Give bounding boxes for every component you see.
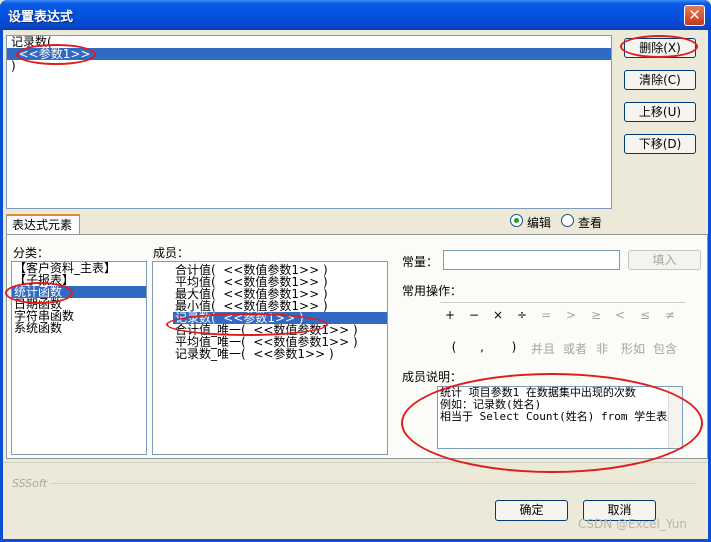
description-scrollbar[interactable] — [668, 387, 682, 448]
op-or[interactable]: 或者 — [562, 340, 588, 357]
expression-line[interactable]: ) — [7, 60, 611, 72]
expression-elements-panel: 分类： 【客户资料_主表】 【子报表】 统计函数 日期函数 字符串函数 系统函数… — [6, 234, 708, 459]
desc-line: 相当于 Select Count(姓名) from 学生表 — [440, 410, 668, 423]
op-greater-equal[interactable]: ≥ — [590, 308, 602, 322]
radio-dot-icon — [514, 218, 519, 223]
expression-line-selected[interactable]: <<参数1>> — [7, 48, 611, 60]
op-rparen[interactable]: ) — [508, 340, 520, 354]
panel-bottom-divider — [3, 462, 708, 463]
tab-expression-elements[interactable]: 表达式元素 — [6, 214, 80, 235]
edit-radio-label[interactable]: 编辑 — [527, 214, 551, 231]
dialog-window: 设置表达式 ✕ 记录数( <<参数1>> ) 删除(X) 清除(C) 上移(U)… — [0, 0, 711, 542]
operators-divider — [440, 302, 685, 303]
op-minus[interactable]: − — [468, 308, 480, 322]
edit-radio[interactable] — [510, 214, 523, 227]
category-item[interactable]: 系统函数 — [12, 322, 146, 334]
op-greater[interactable]: > — [565, 308, 577, 322]
window-title: 设置表达式 — [8, 10, 74, 25]
expression-line[interactable]: 记录数( — [7, 36, 611, 48]
op-multiply[interactable]: × — [492, 308, 504, 322]
ok-button[interactable]: 确定 — [495, 500, 568, 521]
op-plus[interactable]: + — [444, 308, 456, 322]
member-desc-label: 成员说明： — [402, 370, 463, 384]
constant-label: 常量： — [402, 255, 439, 269]
op-equal[interactable]: = — [540, 308, 552, 322]
op-comma[interactable]: , — [476, 340, 488, 354]
expression-editor[interactable]: 记录数( <<参数1>> ) — [6, 35, 612, 209]
constant-input[interactable] — [443, 250, 620, 270]
op-divide[interactable]: ÷ — [516, 308, 528, 322]
op-lparen[interactable]: ( — [448, 340, 460, 354]
op-less-equal[interactable]: ≤ — [639, 308, 651, 322]
op-contains[interactable]: 包含 — [652, 340, 678, 357]
member-description: 统计 项目参数1 在数据集中出现的次数 例如：记录数(姓名) 相当于 Selec… — [437, 386, 683, 449]
operators-group: + − × ÷ = > ≥ < ≤ ≠ ( , ) 并且 或者 非 形如 包含 — [440, 300, 685, 362]
footer-divider — [51, 483, 696, 484]
view-radio-label[interactable]: 查看 — [578, 214, 602, 231]
watermark-text: CSDN @Excel_Yun — [578, 517, 687, 531]
dialog-client: 记录数( <<参数1>> ) 删除(X) 清除(C) 上移(U) 下移(D) 表… — [3, 30, 708, 539]
category-label: 分类： — [13, 246, 50, 260]
op-like[interactable]: 形如 — [620, 340, 646, 357]
brand-label: SSSoft — [12, 477, 48, 490]
fill-button[interactable]: 填入 — [628, 250, 701, 270]
category-list[interactable]: 【客户资料_主表】 【子报表】 统计函数 日期函数 字符串函数 系统函数 — [11, 261, 147, 455]
op-less[interactable]: < — [614, 308, 626, 322]
mode-radio-group: 编辑 查看 — [508, 211, 608, 231]
members-list[interactable]: 合计值( <<数值参数1>> ) 平均值( <<数值参数1>> ) 最大值( <… — [152, 261, 388, 455]
operators-label: 常用操作： — [402, 284, 463, 298]
delete-button[interactable]: 删除(X) — [624, 38, 696, 58]
op-not[interactable]: 非 — [595, 340, 609, 357]
move-up-button[interactable]: 上移(U) — [624, 102, 696, 122]
move-down-button[interactable]: 下移(D) — [624, 134, 696, 154]
clear-button[interactable]: 清除(C) — [624, 70, 696, 90]
title-bar[interactable]: 设置表达式 ✕ — [0, 0, 711, 30]
view-radio[interactable] — [561, 214, 574, 227]
close-button[interactable]: ✕ — [684, 5, 705, 26]
op-not-equal[interactable]: ≠ — [664, 308, 676, 322]
member-item[interactable]: 记录数_唯一( <<参数1>> ) — [173, 348, 387, 360]
op-and[interactable]: 并且 — [530, 340, 556, 357]
members-label: 成员： — [153, 246, 190, 260]
